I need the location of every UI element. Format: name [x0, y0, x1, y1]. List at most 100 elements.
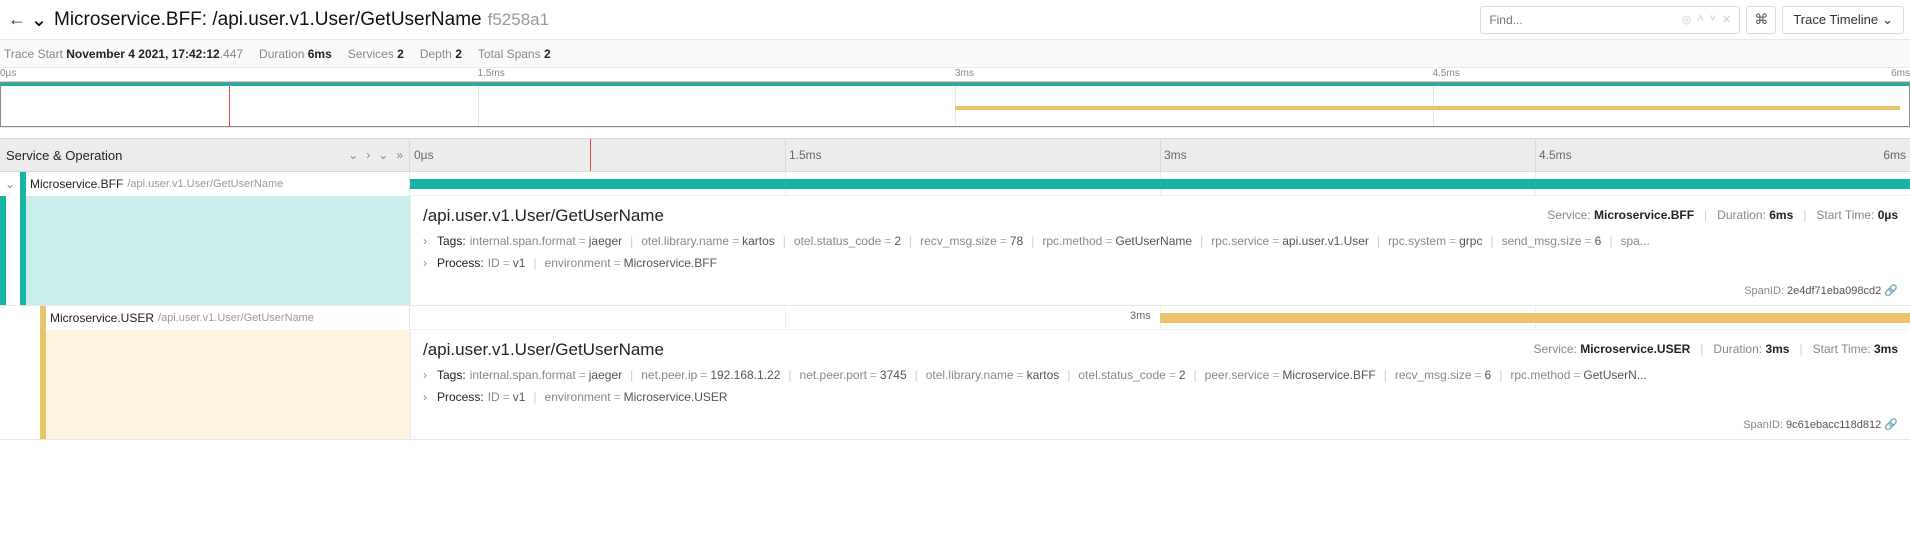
kv-pair: rpc.method=GetUserName [1042, 234, 1192, 248]
kv-pair: peer.service=Microservice.BFF [1205, 368, 1376, 382]
indent-spacer [0, 196, 20, 305]
span-detail-right: /api.user.v1.User/GetUserName Service: M… [410, 330, 1910, 439]
minimap-viewport[interactable] [0, 82, 1910, 127]
target-icon[interactable]: ◎ [1682, 13, 1692, 26]
tags-toggle[interactable]: › [423, 234, 437, 248]
minimap-tick: 4.5ms [1433, 68, 1460, 79]
find-input[interactable] [1489, 13, 1681, 27]
expand-one-icon[interactable]: › [366, 148, 370, 162]
kv-pair: send_msg.size=6 [1502, 234, 1602, 248]
minimap-tick: 3ms [955, 68, 974, 79]
process-line: › Process: ID=v1|environment=Microservic… [423, 390, 1898, 404]
trace-title-text: Microservice.BFF: /api.user.v1.User/GetU… [54, 9, 482, 31]
chevron-down-icon: ⌄ [1882, 12, 1893, 28]
columns-right-header: 0µs 1.5ms 3ms 4.5ms 6ms [410, 139, 1910, 171]
link-icon[interactable]: 🔗 [1884, 419, 1898, 431]
process-toggle[interactable]: › [423, 256, 437, 270]
keyboard-shortcuts-button[interactable]: ⌘ [1746, 6, 1776, 34]
kv-pair: spa... [1620, 234, 1649, 248]
trace-hash: f5258a1 [488, 10, 549, 30]
timeline-tick: 4.5ms [1539, 148, 1572, 162]
header-bar: ← ⌄ Microservice.BFF: /api.user.v1.User/… [0, 0, 1910, 40]
timeline-tick: 6ms [1883, 148, 1906, 162]
span-row-left: Microservice.USER /api.user.v1.User/GetU… [0, 306, 410, 330]
span-detail-left [0, 196, 410, 305]
trace-timeline-label: Trace Timeline [1793, 12, 1878, 27]
minimap-tick: 0µs [0, 68, 16, 79]
span-bar[interactable] [1160, 313, 1910, 323]
tags-list: internal.span.format=jaeger|otel.library… [470, 234, 1650, 248]
total-spans-stat: Total Spans 2 [478, 47, 551, 61]
span-bar-label: 3ms [1130, 310, 1151, 322]
trace-timeline-dropdown[interactable]: Trace Timeline ⌄ [1782, 6, 1904, 34]
kv-pair: internal.span.format=jaeger [470, 234, 622, 248]
span-detail: /api.user.v1.User/GetUserName Service: M… [0, 330, 1910, 439]
span-detail-left [0, 330, 410, 439]
span-bar[interactable] [410, 179, 1910, 189]
kv-pair: recv_msg.size=78 [920, 234, 1023, 248]
timeline-tick: 1.5ms [789, 148, 822, 162]
find-controls: ◎ ˄ ˅ ✕ [1682, 13, 1732, 26]
collapse-toggle[interactable]: ⌄ [28, 7, 50, 32]
kv-pair: ID=v1 [488, 256, 526, 270]
span-row-right[interactable]: 3ms [410, 306, 1910, 330]
kv-pair: internal.span.format=jaeger [470, 368, 622, 382]
trace-start: Trace Start November 4 2021, 17:42:12.44… [4, 47, 243, 61]
operation-name: /api.user.v1.User/GetUserName [123, 178, 283, 190]
timeline-tick: 3ms [1164, 148, 1187, 162]
columns-header: Service & Operation ⌄ › ⌄ » 0µs 1.5ms 3m… [0, 138, 1910, 172]
minimap-ticks: 0µs 1.5ms 3ms 4.5ms 6ms [0, 68, 1910, 82]
process-line: › Process: ID=v1|environment=Microservic… [423, 256, 1898, 270]
indent-spacer [0, 330, 20, 439]
kv-pair: recv_msg.size=6 [1395, 368, 1491, 382]
find-box[interactable]: ◎ ˄ ˅ ✕ [1480, 6, 1740, 34]
spanid-row: SpanID: 9c61ebacc118d812 🔗 [423, 418, 1898, 431]
kv-pair: rpc.service=api.user.v1.User [1211, 234, 1369, 248]
span-detail-meta: Service: Microservice.USER | Duration: 3… [1534, 342, 1898, 356]
kv-pair: net.peer.port=3745 [800, 368, 907, 382]
detail-fill [26, 196, 410, 305]
span-row-left: ⌄ Microservice.BFF /api.user.v1.User/Get… [0, 172, 410, 196]
indent-spacer [20, 330, 40, 439]
services-stat: Services 2 [348, 47, 404, 61]
collapse-one-icon[interactable]: ⌄ [378, 148, 388, 162]
chevron-up-icon[interactable]: ˄ [1697, 13, 1703, 26]
service-operation-title: Service & Operation [6, 148, 348, 163]
span-row[interactable]: ⌄ Microservice.BFF /api.user.v1.User/Get… [0, 172, 1910, 196]
tags-line: › Tags: internal.span.format=jaeger|otel… [423, 234, 1898, 248]
back-button[interactable]: ← [6, 9, 28, 30]
minimap[interactable]: 0µs 1.5ms 3ms 4.5ms 6ms [0, 68, 1910, 128]
process-toggle[interactable]: › [423, 390, 437, 404]
kv-pair: otel.library.name=kartos [926, 368, 1060, 382]
duration-stat: Duration 6ms [259, 47, 332, 61]
link-icon[interactable]: 🔗 [1884, 285, 1898, 297]
kv-pair: environment=Microservice.USER [545, 390, 728, 404]
trace-stats: Trace Start November 4 2021, 17:42:12.44… [0, 40, 1910, 68]
span-row-right[interactable] [410, 172, 1910, 196]
span-row[interactable]: Microservice.USER /api.user.v1.User/GetU… [0, 306, 1910, 330]
kv-pair: rpc.system=grpc [1388, 234, 1482, 248]
operation-name: /api.user.v1.User/GetUserName [154, 312, 314, 324]
kv-pair: otel.library.name=kartos [641, 234, 775, 248]
spanid-row: SpanID: 2e4df71eba098cd2 🔗 [423, 284, 1898, 297]
timeline-grid [1535, 139, 1536, 171]
service-name: Microservice.BFF [26, 177, 123, 191]
tags-toggle[interactable]: › [423, 368, 437, 382]
tags-list: internal.span.format=jaeger|net.peer.ip=… [470, 368, 1647, 382]
chevron-down-icon[interactable]: ˅ [1710, 13, 1716, 26]
kv-pair: otel.status_code=2 [1078, 368, 1185, 382]
kv-pair: environment=Microservice.BFF [545, 256, 717, 270]
span-detail-meta: Service: Microservice.BFF | Duration: 6m… [1547, 208, 1898, 222]
span-toggle[interactable]: ⌄ [0, 177, 20, 191]
header-right: ◎ ˄ ˅ ✕ ⌘ Trace Timeline ⌄ [1480, 6, 1904, 34]
process-list: ID=v1|environment=Microservice.BFF [488, 256, 717, 270]
close-icon[interactable]: ✕ [1722, 13, 1731, 26]
kv-pair: net.peer.ip=192.168.1.22 [641, 368, 780, 382]
timeline-tick: 0µs [414, 148, 434, 162]
span-block-bff: ⌄ Microservice.BFF /api.user.v1.User/Get… [0, 172, 1910, 306]
columns-left-header: Service & Operation ⌄ › ⌄ » [0, 139, 410, 171]
expand-all-icon[interactable]: » [396, 148, 403, 162]
timeline-redline [590, 139, 591, 171]
collapse-all-icon[interactable]: ⌄ [348, 148, 358, 162]
kv-pair: ID=v1 [488, 390, 526, 404]
